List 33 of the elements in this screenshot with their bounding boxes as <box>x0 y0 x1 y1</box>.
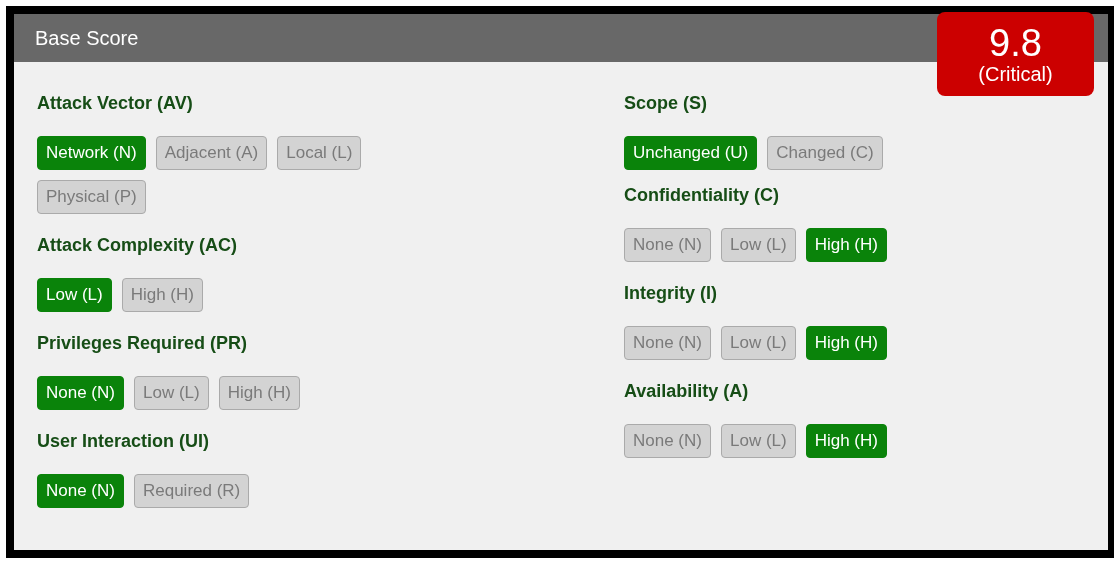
option-button[interactable]: High (H) <box>805 424 887 458</box>
metric-title: Availability (A) <box>624 380 750 402</box>
option-button[interactable]: Local (L) <box>277 136 362 170</box>
score-value: 9.8 <box>989 23 1042 63</box>
option-button[interactable]: None (N) <box>37 376 124 410</box>
option-button[interactable]: Low (L) <box>720 326 796 360</box>
option-button[interactable]: None (N) <box>624 326 711 360</box>
option-button[interactable]: Network (N) <box>37 136 146 170</box>
metric-title: Confidentiality (C) <box>624 184 780 206</box>
option-button[interactable]: Physical (P) <box>37 180 146 214</box>
metric-title: Privileges Required (PR) <box>37 332 249 354</box>
option-button[interactable]: Low (L) <box>37 278 112 312</box>
option-button[interactable]: High (H) <box>218 376 300 410</box>
option-button[interactable]: None (N) <box>624 228 711 262</box>
option-button[interactable]: None (N) <box>37 474 124 508</box>
option-button[interactable]: Low (L) <box>720 228 796 262</box>
metric-title: Attack Complexity (AC) <box>37 234 239 256</box>
metric-title: Attack Vector (AV) <box>37 92 194 114</box>
metric-title: Scope (S) <box>624 92 708 114</box>
option-button[interactable]: None (N) <box>624 424 711 458</box>
option-button[interactable]: Low (L) <box>133 376 209 410</box>
option-button[interactable]: Required (R) <box>133 474 250 508</box>
option-button[interactable]: Unchanged (U) <box>624 136 758 170</box>
option-button[interactable]: High (H) <box>805 326 887 360</box>
option-button[interactable]: Changed (C) <box>767 136 883 170</box>
metric-title: Integrity (I) <box>624 282 718 304</box>
metric-title: User Interaction (UI) <box>37 430 211 452</box>
option-button[interactable]: Low (L) <box>720 424 796 458</box>
option-button[interactable]: High (H) <box>121 278 203 312</box>
option-button[interactable]: Adjacent (A) <box>155 136 268 170</box>
option-button[interactable]: High (H) <box>805 228 887 262</box>
panel-title: Base Score <box>35 26 139 50</box>
severity-label: (Critical) <box>978 63 1053 85</box>
